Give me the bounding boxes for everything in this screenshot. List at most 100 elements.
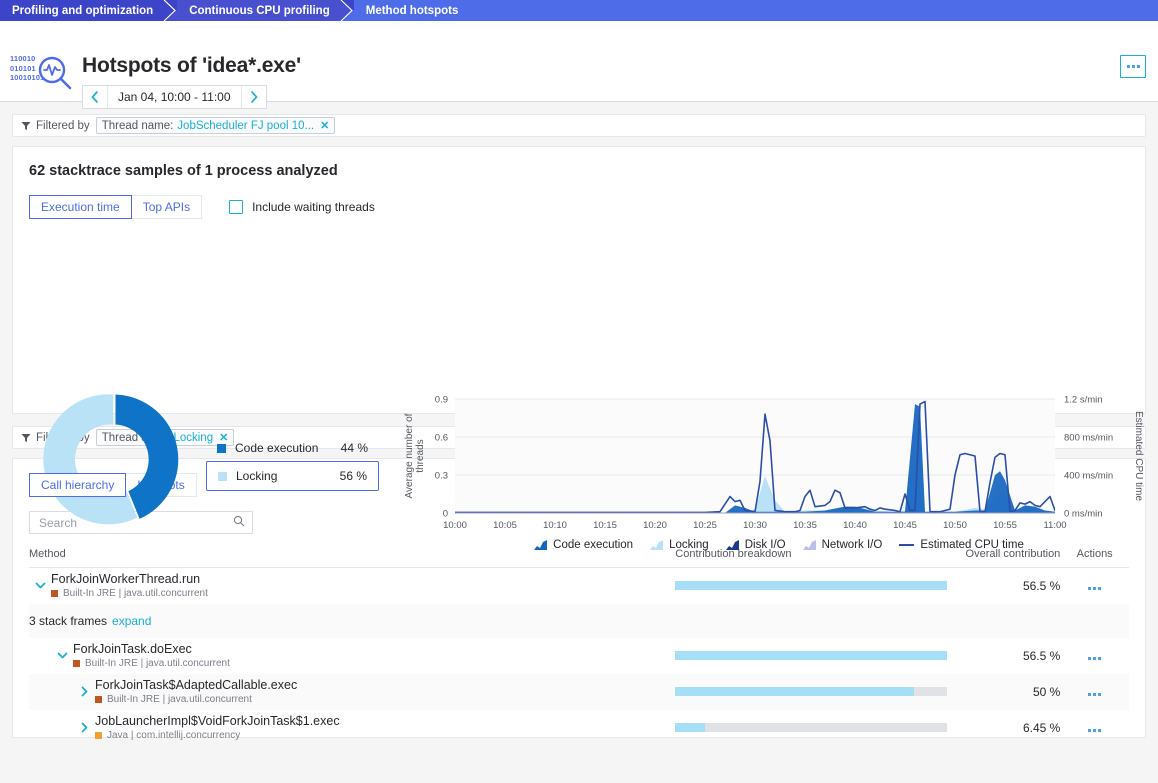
- contribution-bar-track: [675, 581, 946, 590]
- checkbox-box[interactable]: [229, 200, 243, 214]
- contribution-bar-fill: [675, 723, 705, 732]
- row-actions-ellipsis-icon[interactable]: [1088, 587, 1101, 590]
- breadcrumb: Profiling and optimization Continuous CP…: [0, 0, 1158, 21]
- legend-value-locking: 56 %: [340, 469, 367, 483]
- method-origin: Built-In JRE | java.util.concurrent: [51, 587, 208, 600]
- method-cell: ForkJoinWorkerThread.runBuilt-In JRE | j…: [29, 568, 675, 604]
- row-actions-ellipsis-icon[interactable]: [1088, 729, 1101, 732]
- breadcrumb-item-0[interactable]: Profiling and optimization: [0, 0, 163, 21]
- prev-period-button[interactable]: [83, 86, 108, 108]
- chevron-right-icon[interactable]: [73, 722, 95, 733]
- breadcrumb-separator-icon-2: [340, 0, 354, 21]
- y2-axis-tick-1: 400 ms/min: [1064, 471, 1113, 482]
- tab-top-apis-label: Top APIs: [143, 200, 190, 214]
- chevron-down-icon[interactable]: [51, 650, 73, 661]
- magnifier-waveform-icon: [37, 56, 73, 93]
- row-actions-ellipsis-icon[interactable]: [1088, 657, 1101, 660]
- method-name: ForkJoinTask.doExec: [73, 642, 230, 656]
- tab-call-hierarchy[interactable]: Call hierarchy: [29, 473, 126, 497]
- contribution-bar-track: [675, 651, 946, 660]
- tab-execution-time-label: Execution time: [41, 200, 120, 214]
- filter-chip-value: JobScheduler FJ pool 10...: [177, 120, 314, 132]
- legend-value-code-execution: 44 %: [341, 441, 368, 455]
- row-actions-ellipsis-icon[interactable]: [1088, 693, 1101, 696]
- contribution-bar-fill: [675, 687, 914, 696]
- stack-frames-filler: [675, 604, 1129, 638]
- samples-tabgroup: Execution time Top APIs: [29, 195, 202, 219]
- legend-swatch-locking: [218, 472, 227, 481]
- page-header: 110010 010101 100101010 Hotspots of 'ide…: [0, 21, 1158, 102]
- top-filter-bar: Filtered by Thread name: JobScheduler FJ…: [12, 114, 1146, 137]
- filter-chip-remove-icon[interactable]: ✕: [320, 119, 329, 132]
- ts-legend-label-2: Disk I/O: [745, 539, 786, 551]
- language-swatch-icon: [51, 590, 58, 597]
- stack-frames-expand-link[interactable]: expand: [112, 614, 151, 628]
- row-actions-cell: [1060, 674, 1129, 710]
- breadcrumb-item-1[interactable]: Continuous CPU profiling: [177, 0, 340, 21]
- x-axis-tick-2: 10:10: [543, 520, 567, 531]
- method-name: JobLauncherImpl$VoidForkJoinTask$1.exec: [95, 714, 340, 728]
- tab-execution-time[interactable]: Execution time: [29, 195, 132, 219]
- hotspots-table: Method Contribution breakdown Overall co…: [29, 548, 1129, 746]
- breadcrumb-label-2: Method hotspots: [366, 5, 459, 17]
- ts-legend-disk-io[interactable]: Disk I/O: [726, 539, 786, 551]
- ts-legend-network-io[interactable]: Network I/O: [803, 539, 883, 551]
- ts-legend-locking[interactable]: Locking: [650, 539, 709, 551]
- method-origin-text: Built-In JRE | java.util.concurrent: [85, 657, 230, 670]
- y-axis-title: Average number ofthreads: [404, 413, 426, 498]
- more-actions-button[interactable]: [1120, 55, 1146, 78]
- contribution-bar-cell: [675, 710, 946, 746]
- x-axis-tick-7: 10:35: [793, 520, 817, 531]
- filter-icon: [21, 121, 31, 131]
- overall-contribution-value: 50 %: [947, 674, 1061, 710]
- x-axis-tick-1: 10:05: [493, 520, 517, 531]
- method-name: ForkJoinTask$AdaptedCallable.exec: [95, 678, 297, 692]
- x-axis-tick-5: 10:25: [693, 520, 717, 531]
- x-axis-tick-0: 10:00: [443, 520, 467, 531]
- y-axis-tick-3: 0.9: [435, 395, 448, 406]
- breadcrumb-item-2[interactable]: Method hotspots: [354, 0, 1158, 21]
- x-axis-tick-8: 10:40: [843, 520, 867, 531]
- method-origin-text: Built-In JRE | java.util.concurrent: [63, 587, 208, 600]
- method-cell: ForkJoinTask$AdaptedCallable.execBuilt-I…: [29, 674, 675, 710]
- y2-axis-tick-0: 0 ms/min: [1064, 509, 1103, 520]
- samples-card: 62 stacktrace samples of 1 process analy…: [12, 146, 1146, 414]
- tab-call-hierarchy-label: Call hierarchy: [41, 478, 114, 492]
- method-origin-text: Java | com.intellij.concurrency: [107, 729, 240, 742]
- contribution-bar-cell: [675, 568, 946, 604]
- table-row[interactable]: ForkJoinTask.doExecBuilt-In JRE | java.u…: [29, 638, 1129, 674]
- contribution-bar-fill: [675, 581, 946, 590]
- date-range-label[interactable]: Jan 04, 10:00 - 11:00: [108, 86, 241, 108]
- table-row[interactable]: ForkJoinTask$AdaptedCallable.execBuilt-I…: [29, 674, 1129, 710]
- table-row[interactable]: JobLauncherImpl$VoidForkJoinTask$1.execJ…: [29, 710, 1129, 746]
- chevron-down-icon[interactable]: [29, 580, 51, 591]
- execution-time-donut-chart: [43, 387, 188, 535]
- timeseries-legend: Code execution Locking Disk I/O Network …: [403, 539, 1155, 551]
- chevron-left-icon: [91, 91, 99, 103]
- row-actions-cell: [1060, 568, 1129, 604]
- chevron-right-icon[interactable]: [73, 686, 95, 697]
- legend-row-code-execution[interactable]: Code execution 44 %: [206, 435, 379, 461]
- row-actions-cell: [1060, 638, 1129, 674]
- area-marker-icon-3: [726, 540, 739, 550]
- ts-legend-code-execution[interactable]: Code execution: [534, 539, 633, 551]
- area-marker-icon: [534, 540, 547, 550]
- next-period-button[interactable]: [241, 86, 266, 108]
- filter-chip-thread-name[interactable]: Thread name: JobScheduler FJ pool 10... …: [96, 117, 336, 134]
- breadcrumb-label-1: Continuous CPU profiling: [189, 5, 330, 17]
- method-origin: Java | com.intellij.concurrency: [95, 729, 340, 742]
- ts-legend-label-3: Network I/O: [822, 539, 883, 551]
- include-waiting-threads-checkbox[interactable]: Include waiting threads: [229, 200, 375, 214]
- method-cell: JobLauncherImpl$VoidForkJoinTask$1.execJ…: [29, 710, 675, 746]
- chevron-right-icon: [250, 91, 258, 103]
- table-row[interactable]: ForkJoinWorkerThread.runBuilt-In JRE | j…: [29, 568, 1129, 604]
- y2-axis-title: Estimated CPU time: [1133, 411, 1144, 501]
- legend-row-locking[interactable]: Locking 56 %: [206, 461, 379, 491]
- contribution-bar-cell: [675, 638, 946, 674]
- ts-legend-estimated-cpu-time[interactable]: Estimated CPU time: [899, 539, 1024, 551]
- language-swatch-icon: [73, 660, 80, 667]
- x-axis-tick-3: 10:15: [593, 520, 617, 531]
- ts-legend-label-0: Code execution: [553, 539, 633, 551]
- page-title: Hotspots of 'idea*.exe': [82, 54, 301, 78]
- tab-top-apis[interactable]: Top APIs: [132, 195, 202, 219]
